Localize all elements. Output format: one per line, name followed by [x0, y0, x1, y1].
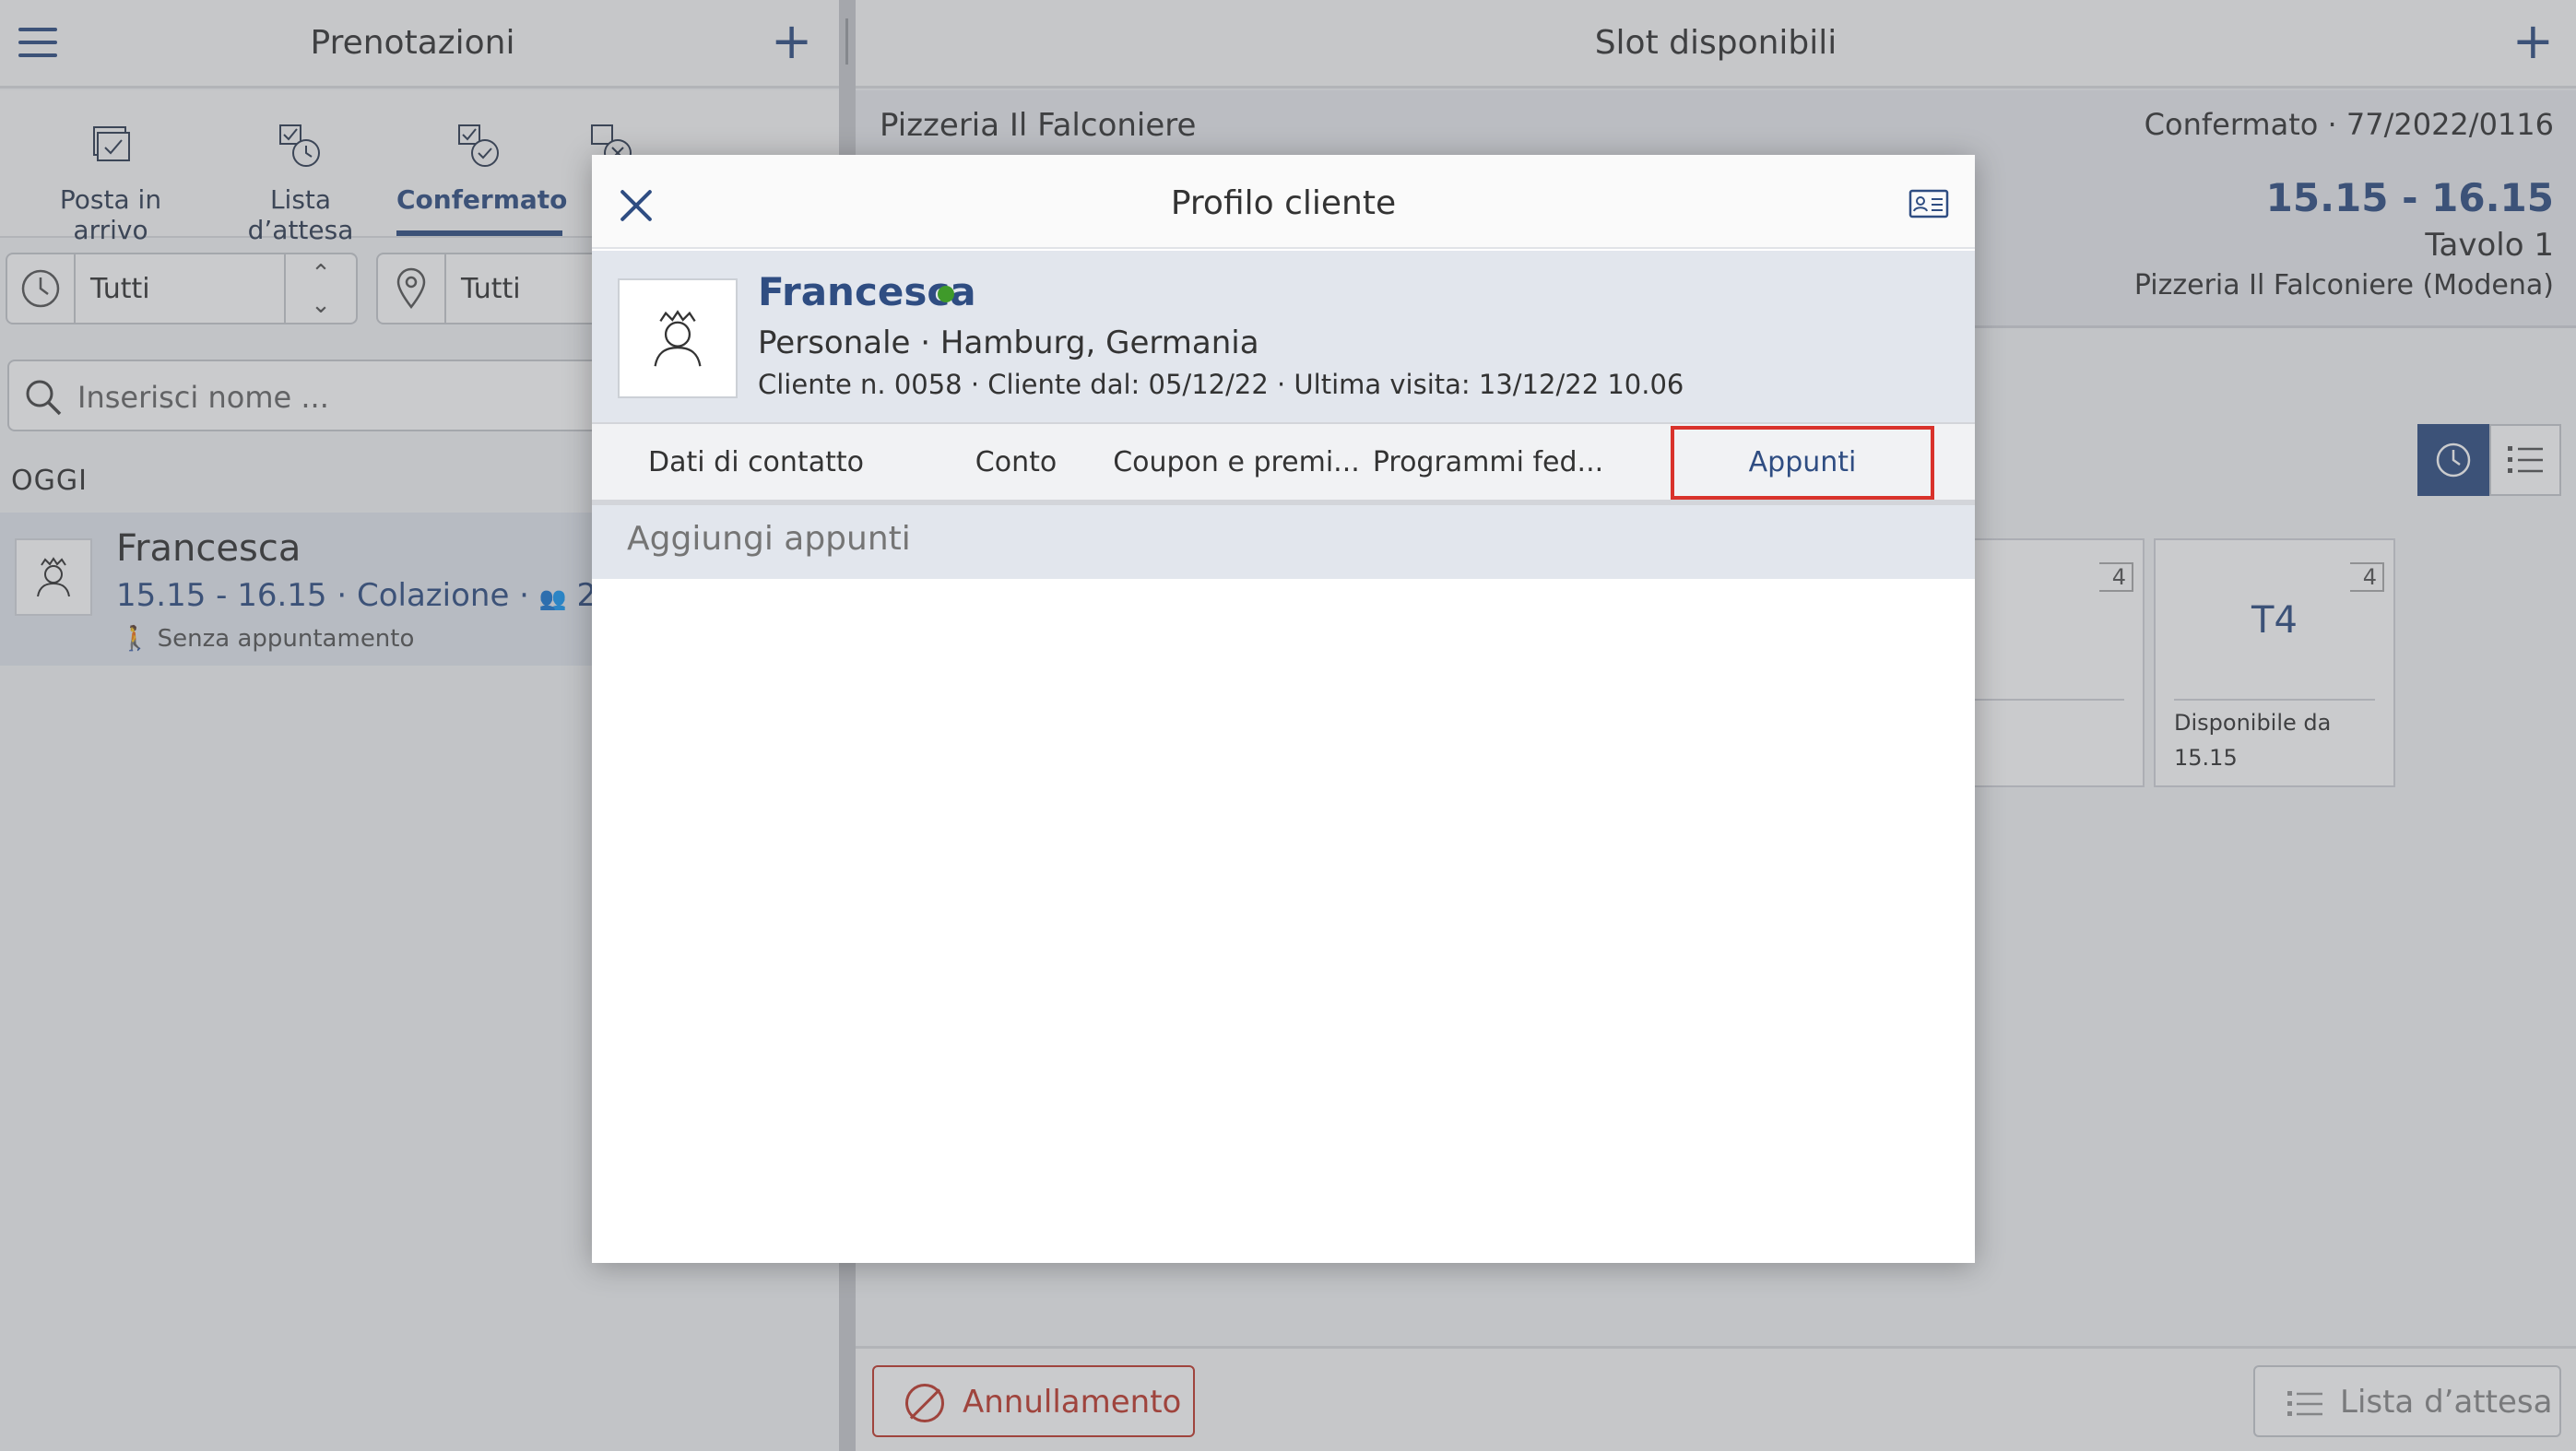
customer-subtitle: Personale · Hamburg, Germania [758, 324, 1259, 361]
tabs-divider [592, 500, 1975, 505]
customer-profile-dialog: Profilo cliente Francesca Personale · Ha… [592, 155, 1975, 1263]
tab-loyalty[interactable]: Programmi fed... [1361, 424, 1615, 501]
online-status-dot [938, 286, 954, 302]
tab-notes[interactable]: Appunti [1669, 424, 1936, 501]
profile-tabs: Dati di contatto Conto Coupon e premi...… [592, 422, 1975, 500]
tab-account[interactable]: Conto [920, 424, 1112, 501]
dialog-title: Profilo cliente [1170, 184, 1397, 222]
customer-avatar-icon [618, 278, 738, 398]
tab-coupons[interactable]: Coupon e premi... [1112, 424, 1361, 501]
tab-contact-details[interactable]: Dati di contatto [592, 424, 920, 501]
notes-input[interactable] [627, 520, 1945, 558]
dialog-header: Profilo cliente [592, 155, 1975, 249]
id-card-icon[interactable] [1908, 188, 1949, 219]
customer-meta: Cliente n. 0058 · Cliente dal: 05/12/22 … [758, 369, 1684, 400]
